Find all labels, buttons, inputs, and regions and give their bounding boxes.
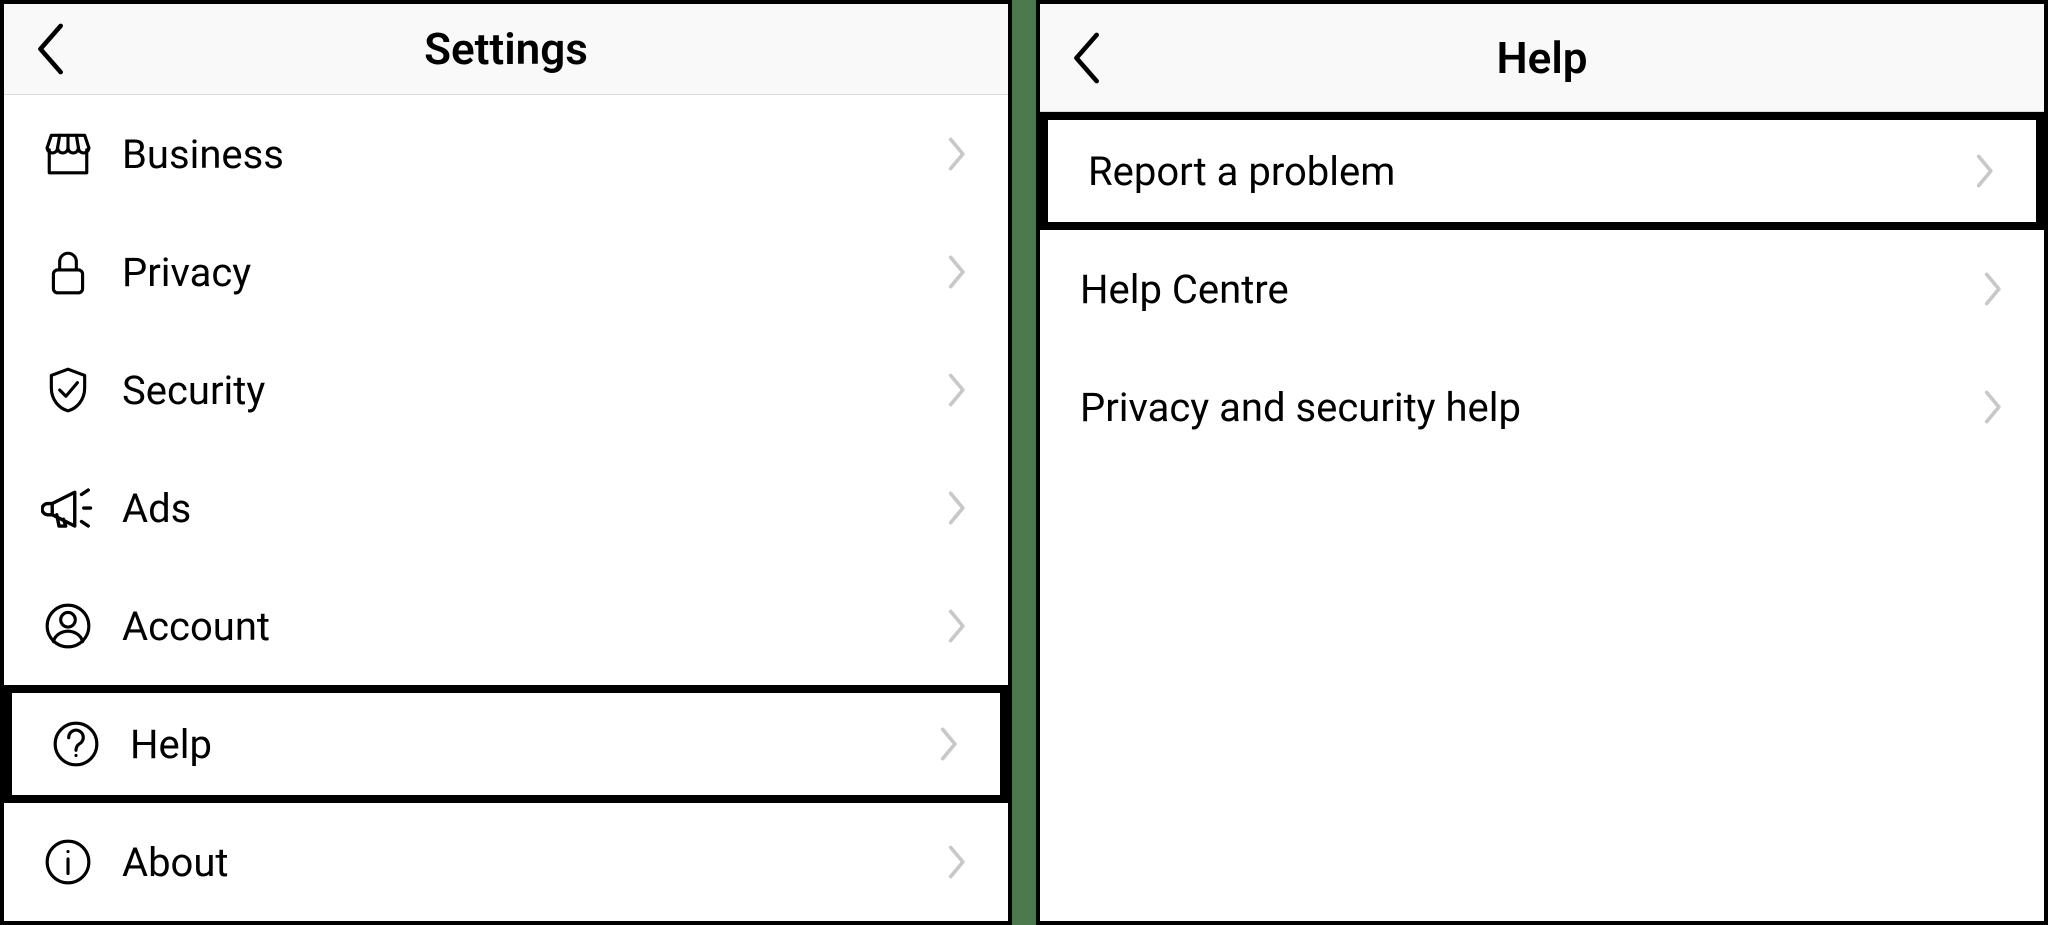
chevron-right-icon	[948, 609, 974, 643]
help-header: Help	[1040, 4, 2044, 112]
settings-list: Business Privacy Security Ads Account	[4, 95, 1008, 921]
help-item-report-a-problem[interactable]: Report a problem	[1040, 112, 2044, 230]
help-item-label: Report a problem	[1088, 148, 1976, 195]
settings-item-label: Security	[122, 367, 948, 414]
megaphone-icon	[38, 481, 98, 535]
settings-item-label: Account	[122, 603, 948, 650]
info-icon	[38, 837, 98, 887]
settings-item-label: About	[122, 839, 948, 886]
settings-item-label: Ads	[122, 485, 948, 532]
chevron-right-icon	[948, 491, 974, 525]
back-button[interactable]	[1070, 32, 1106, 84]
help-title: Help	[1496, 32, 1587, 84]
app-container: Settings Business Privacy Security Ads	[0, 0, 2048, 925]
settings-title: Settings	[424, 23, 588, 75]
chevron-right-icon	[940, 727, 966, 761]
chevron-left-icon	[34, 23, 70, 75]
settings-item-about[interactable]: About	[4, 803, 1008, 921]
storefront-icon	[38, 129, 98, 179]
chevron-right-icon	[1984, 272, 2010, 306]
chevron-right-icon	[948, 373, 974, 407]
panel-divider	[1012, 0, 1036, 925]
settings-item-ads[interactable]: Ads	[4, 449, 1008, 567]
help-item-label: Help Centre	[1080, 266, 1984, 313]
shield-icon	[38, 365, 98, 415]
lock-icon	[38, 247, 98, 297]
settings-item-security[interactable]: Security	[4, 331, 1008, 449]
help-item-help-centre[interactable]: Help Centre	[1040, 230, 2044, 348]
settings-item-business[interactable]: Business	[4, 95, 1008, 213]
chevron-right-icon	[948, 845, 974, 879]
settings-item-label: Help	[130, 721, 940, 768]
settings-panel: Settings Business Privacy Security Ads	[0, 0, 1012, 925]
help-panel: Help Report a problem Help Centre Privac…	[1036, 0, 2048, 925]
chevron-right-icon	[948, 137, 974, 171]
help-list: Report a problem Help Centre Privacy and…	[1040, 112, 2044, 921]
help-item-privacy-and-security-help[interactable]: Privacy and security help	[1040, 348, 2044, 466]
chevron-right-icon	[1976, 154, 2002, 188]
help-item-label: Privacy and security help	[1080, 384, 1984, 431]
settings-item-label: Privacy	[122, 249, 948, 296]
back-button[interactable]	[34, 23, 70, 75]
chevron-right-icon	[1984, 390, 2010, 424]
settings-item-account[interactable]: Account	[4, 567, 1008, 685]
chevron-left-icon	[1070, 32, 1106, 84]
question-icon	[46, 719, 106, 769]
user-circle-icon	[38, 601, 98, 651]
settings-item-help[interactable]: Help	[4, 685, 1008, 803]
chevron-right-icon	[948, 255, 974, 289]
settings-header: Settings	[4, 4, 1008, 95]
settings-item-privacy[interactable]: Privacy	[4, 213, 1008, 331]
settings-item-label: Business	[122, 131, 948, 178]
